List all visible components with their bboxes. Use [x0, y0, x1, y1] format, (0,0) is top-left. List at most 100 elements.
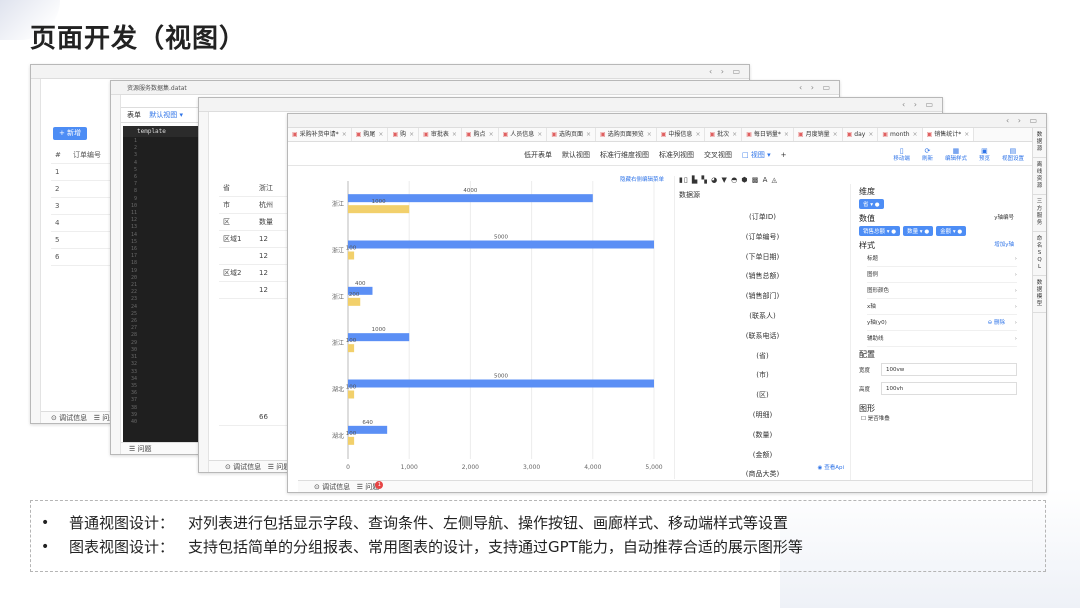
chart-type-icons[interactable]: ▮▯ ▙ ▚ ◕ ▼ ◓ ⬢ ▩ A ◬	[675, 176, 850, 188]
editor-tab[interactable]: ▣ 批次 ×	[705, 128, 743, 141]
right-rail-item[interactable]: 离 线 资 源	[1033, 158, 1046, 195]
view-tab[interactable]: 标准行维度视图	[600, 144, 649, 166]
style-item[interactable]: 标题 ›	[867, 251, 1017, 267]
view-selector[interactable]: 默认视图 ▾	[149, 111, 183, 119]
table-row[interactable]: 2	[51, 181, 111, 198]
view-api-link[interactable]: ◉ 查看Api	[818, 463, 844, 471]
style-item[interactable]: 图形颜色 ›	[867, 283, 1017, 299]
right-rail-item[interactable]: 命 名 S Q L	[1033, 232, 1046, 276]
table-row[interactable]: 1	[51, 164, 111, 181]
editor-tab[interactable]: ▣ 审批表 ×	[419, 128, 462, 141]
close-icon[interactable]: ×	[647, 131, 652, 138]
window-controls[interactable]: ‹ › ▭	[709, 67, 743, 76]
editor-tab[interactable]: ▣ 采购补货申请* ×	[288, 128, 352, 141]
editor-tab[interactable]: ▣ 月度销量 ×	[794, 128, 843, 141]
debug-info-tab[interactable]: 调试信息	[233, 463, 261, 471]
hide-menu-link[interactable]: 隐藏右侧编辑菜单	[620, 175, 664, 183]
editor-tab[interactable]: ▣ 人员信息 ×	[499, 128, 548, 141]
value-chip-amount[interactable]: 金额 ▾ ●	[936, 226, 967, 236]
form-tab[interactable]: 表单	[127, 111, 141, 119]
field-item[interactable]: (下单日期)	[675, 248, 850, 268]
field-item[interactable]: (销售部门)	[675, 287, 850, 307]
code-editor[interactable]: template 1 2 3 4 5 6 7 8 9 10 11 12 13 1…	[123, 126, 201, 442]
editor-tab[interactable]: ▣ 购尾 ×	[352, 128, 389, 141]
view-tab[interactable]: 低开表单	[524, 144, 552, 166]
chevron-right-icon: ›	[1014, 304, 1017, 310]
bar-chart: 0 1,000 2,000 3,000 4,000 5,000 浙江 4000 1000 浙江 50…	[332, 181, 663, 471]
editor-tab[interactable]: ▣ 中报信息 ×	[657, 128, 706, 141]
close-icon[interactable]: ×	[342, 131, 347, 138]
right-rail-item[interactable]: 数 据 模 型	[1033, 276, 1046, 313]
style-item[interactable]: x轴 ›	[867, 299, 1017, 315]
field-item[interactable]: (区)	[675, 386, 850, 406]
view-tab[interactable]: 标准列视图	[659, 144, 694, 166]
field-item[interactable]: (联系电话)	[675, 327, 850, 347]
editor-tab[interactable]: ▣ 购点 ×	[462, 128, 499, 141]
value-chip-qty[interactable]: 数量 ▾ ●	[903, 226, 934, 236]
style-item-label: 图形颜色	[867, 288, 890, 294]
close-icon[interactable]: ×	[489, 131, 494, 138]
field-item[interactable]: (市)	[675, 366, 850, 386]
toolbar-button[interactable]: ▤ 视图设置	[1002, 147, 1024, 163]
table-row[interactable]: 3	[51, 198, 111, 215]
close-icon[interactable]: ×	[537, 131, 542, 138]
tab-label: 购	[400, 131, 407, 138]
view-tab[interactable]: 交叉视图	[704, 144, 732, 166]
field-item[interactable]: (销售总额)	[675, 267, 850, 287]
editor-tab[interactable]: ▣ 选购页面 ×	[547, 128, 597, 141]
editor-tab[interactable]: ▣ 购 ×	[388, 128, 420, 141]
stack-checkbox[interactable]: ☐ 是否堆叠	[861, 414, 1024, 422]
field-item[interactable]: (订单编号)	[675, 228, 850, 248]
table-row[interactable]: 4	[51, 215, 111, 232]
height-input[interactable]: 100vh	[881, 382, 1017, 395]
field-item[interactable]: (联系人)	[675, 307, 850, 327]
value-chip-sales[interactable]: 销售总额 ▾ ●	[859, 226, 901, 236]
right-rail-item[interactable]: 三 方 服 务	[1033, 195, 1046, 232]
editor-tab[interactable]: ▣ month ×	[878, 128, 923, 141]
editor-tab[interactable]: ▣ 销售统计* ×	[922, 128, 975, 141]
field-item[interactable]: (明细)	[675, 406, 850, 426]
dimension-chip[interactable]: 省 ▾ ●	[859, 199, 884, 209]
view-tab[interactable]: □ 视图 ▾	[742, 144, 771, 166]
close-icon[interactable]: ×	[833, 131, 838, 138]
window-controls[interactable]: ‹ › ▭	[799, 83, 833, 92]
window-controls[interactable]: ‹ › ▭	[1006, 116, 1040, 125]
close-icon[interactable]: ×	[378, 131, 383, 138]
style-item[interactable]: y轴(y0) ⊖ 删除 ›	[867, 315, 1017, 331]
width-input[interactable]: 100vw	[881, 363, 1017, 376]
style-title: 样式 增加y轴	[859, 240, 1014, 250]
window-controls[interactable]: ‹ › ▭	[902, 100, 936, 109]
close-icon[interactable]: ×	[784, 131, 789, 138]
problems-tab[interactable]: 问题	[138, 445, 152, 453]
editor-tab[interactable]: ▣ 每日销量* ×	[742, 128, 794, 141]
close-icon[interactable]: ×	[586, 131, 591, 138]
toolbar-button[interactable]: ▣ 预览	[979, 147, 990, 163]
close-icon[interactable]: ×	[732, 131, 737, 138]
view-tab[interactable]: +	[781, 144, 787, 166]
editor-tab[interactable]: ▣ 选购页面预览 ×	[596, 128, 657, 141]
delete-y-axis-link[interactable]: ⊖ 删除	[988, 315, 1005, 331]
field-item[interactable]: (数量)	[675, 426, 850, 446]
close-icon[interactable]: ×	[913, 131, 918, 138]
close-icon[interactable]: ×	[868, 131, 873, 138]
field-item[interactable]: (订单ID)	[675, 208, 850, 228]
editor-tab[interactable]: ▣ day ×	[843, 128, 879, 141]
toolbar-button[interactable]: ▦ 编辑样式	[945, 147, 967, 163]
close-icon[interactable]: ×	[964, 131, 969, 138]
add-y-axis-link[interactable]: 增加y轴	[994, 240, 1014, 248]
debug-info-tab[interactable]: 调试信息	[322, 483, 350, 491]
style-item[interactable]: 辅助线 ›	[867, 331, 1017, 347]
style-item[interactable]: 图例 ›	[867, 267, 1017, 283]
field-item[interactable]: (省)	[675, 347, 850, 367]
close-icon[interactable]: ×	[452, 131, 457, 138]
debug-info-tab[interactable]: 调试信息	[59, 414, 87, 422]
close-icon[interactable]: ×	[409, 131, 414, 138]
toolbar-button[interactable]: ⟳ 刷新	[922, 147, 933, 163]
table-row[interactable]: 5	[51, 232, 111, 249]
close-icon[interactable]: ×	[695, 131, 700, 138]
right-rail-item[interactable]: 数 据 源	[1033, 128, 1046, 158]
table-row[interactable]: 6	[51, 249, 111, 266]
view-tab[interactable]: 默认视图	[562, 144, 590, 166]
add-button[interactable]: + 新增	[53, 127, 87, 140]
toolbar-button[interactable]: ▯ 移动端	[893, 147, 910, 163]
